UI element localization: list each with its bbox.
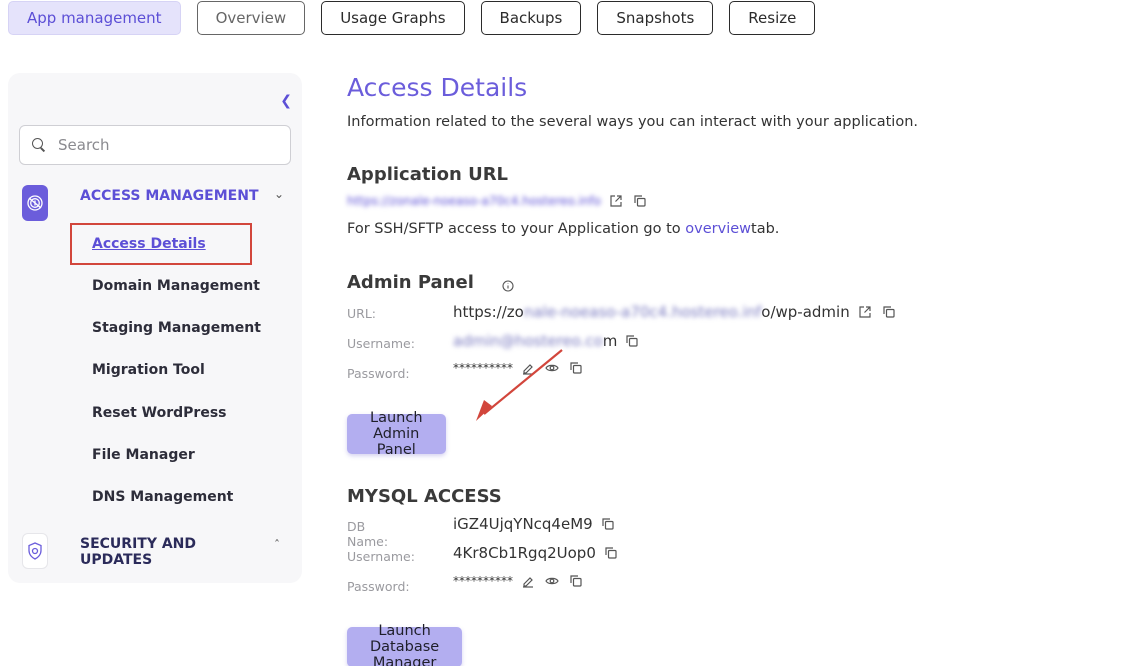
db-password-label: Password: (347, 579, 410, 594)
db-username-label: Username: (347, 549, 415, 564)
launch-database-manager-button[interactable]: Launch Database Manager (347, 623, 463, 666)
db-username-text: 4Kr8Cb1Rgq2Uop0 (453, 544, 596, 562)
admin-url-value: https://zo nale-noeaso-a70c4.hostereo.inf… (453, 303, 898, 321)
info-icon[interactable] (502, 276, 518, 292)
section-title: ACCESS MANAGEMENT (80, 188, 259, 204)
admin-panel-heading: Admin Panel (347, 272, 518, 293)
copy-icon[interactable] (625, 334, 641, 348)
copy-icon[interactable] (569, 361, 585, 375)
launch-admin-panel-button[interactable]: Launch Admin Panel (347, 410, 446, 458)
sidebar-item-access-details[interactable]: Access Details (92, 236, 206, 252)
sidebar-item-staging-management[interactable]: Staging Management (92, 320, 261, 336)
copy-icon[interactable] (882, 305, 898, 319)
shield-icon (22, 533, 48, 569)
external-link-icon[interactable] (609, 194, 625, 208)
copy-icon[interactable] (604, 546, 620, 560)
tab-usage-graphs[interactable]: Usage Graphs (321, 1, 465, 35)
sidebar-item-reset-wordpress[interactable]: Reset WordPress (92, 405, 226, 421)
top-tabs: App management Overview Usage Graphs Bac… (8, 1, 816, 35)
page-subtitle: Information related to the several ways … (347, 114, 918, 130)
copy-icon[interactable] (601, 517, 617, 531)
search-input[interactable]: Search (19, 125, 291, 165)
copy-icon[interactable] (569, 574, 585, 588)
tab-backups[interactable]: Backups (480, 1, 582, 35)
application-url-row: https://zonale-noeaso-a70c4.hostereo.inf… (347, 194, 649, 208)
admin-url-blurred: nale-noeaso-a70c4.hostereo.inf (523, 303, 762, 321)
db-password-masked: ********** (453, 574, 513, 588)
section-security-and-updates[interactable]: SECURITY AND UPDATES ˆ (22, 533, 280, 569)
collapse-sidebar-icon[interactable]: ❮ (280, 93, 292, 109)
ssh-info: For SSH/SFTP access to your Application … (347, 221, 779, 237)
admin-password-label: Password: (347, 366, 410, 381)
mysql-access-heading: MYSQL ACCESS (347, 486, 502, 507)
tab-resize[interactable]: Resize (729, 1, 816, 35)
sidebar-item-domain-management[interactable]: Domain Management (92, 278, 260, 294)
db-password-value: ********** (453, 574, 585, 588)
chevron-down-icon[interactable]: ⌄ (274, 187, 284, 201)
ssh-text-end: tab. (751, 221, 780, 237)
admin-url-end: o/wp-admin (761, 303, 850, 321)
application-url-heading: Application URL (347, 164, 509, 185)
ssh-text: For SSH/SFTP access to your Application … (347, 221, 681, 237)
page-title: Access Details (347, 73, 528, 102)
db-name-label: DB Name: (347, 519, 389, 549)
sidebar: ❮ Search ACCESS MANAGEMENT ⌄ Access Deta… (8, 73, 302, 583)
db-name-text: iGZ4UjqYNcq4eM9 (453, 515, 593, 533)
annotation-arrow-icon (476, 349, 563, 421)
eye-icon[interactable] (545, 574, 561, 588)
admin-url-start: https://zo (453, 303, 524, 321)
application-url-link[interactable]: https://zonale-noeaso-a70c4.hostereo.inf… (347, 194, 601, 208)
fingerprint-icon (22, 185, 48, 221)
admin-url-label: URL: (347, 306, 377, 321)
admin-panel-title: Admin Panel (347, 272, 474, 293)
section-title: SECURITY AND UPDATES (80, 536, 197, 568)
section-access-management[interactable]: ACCESS MANAGEMENT ⌄ (22, 185, 284, 221)
sidebar-item-file-manager[interactable]: File Manager (92, 447, 195, 463)
admin-username-end: m (602, 332, 618, 350)
db-name-value: iGZ4UjqYNcq4eM9 (453, 515, 617, 533)
overview-link[interactable]: overview (685, 221, 751, 237)
chevron-up-icon[interactable]: ˆ (274, 538, 280, 552)
tab-overview[interactable]: Overview (196, 1, 306, 35)
edit-icon[interactable] (521, 574, 537, 588)
tab-app-management[interactable]: App management (8, 1, 181, 35)
search-icon (32, 138, 46, 152)
copy-icon[interactable] (633, 194, 649, 208)
admin-username-label: Username: (347, 336, 415, 351)
sidebar-item-dns-management[interactable]: DNS Management (92, 489, 233, 505)
external-link-icon[interactable] (858, 305, 874, 319)
db-username-value: 4Kr8Cb1Rgq2Uop0 (453, 544, 620, 562)
search-placeholder: Search (58, 136, 110, 154)
tab-snapshots[interactable]: Snapshots (597, 1, 714, 35)
sidebar-item-migration-tool[interactable]: Migration Tool (92, 362, 205, 378)
